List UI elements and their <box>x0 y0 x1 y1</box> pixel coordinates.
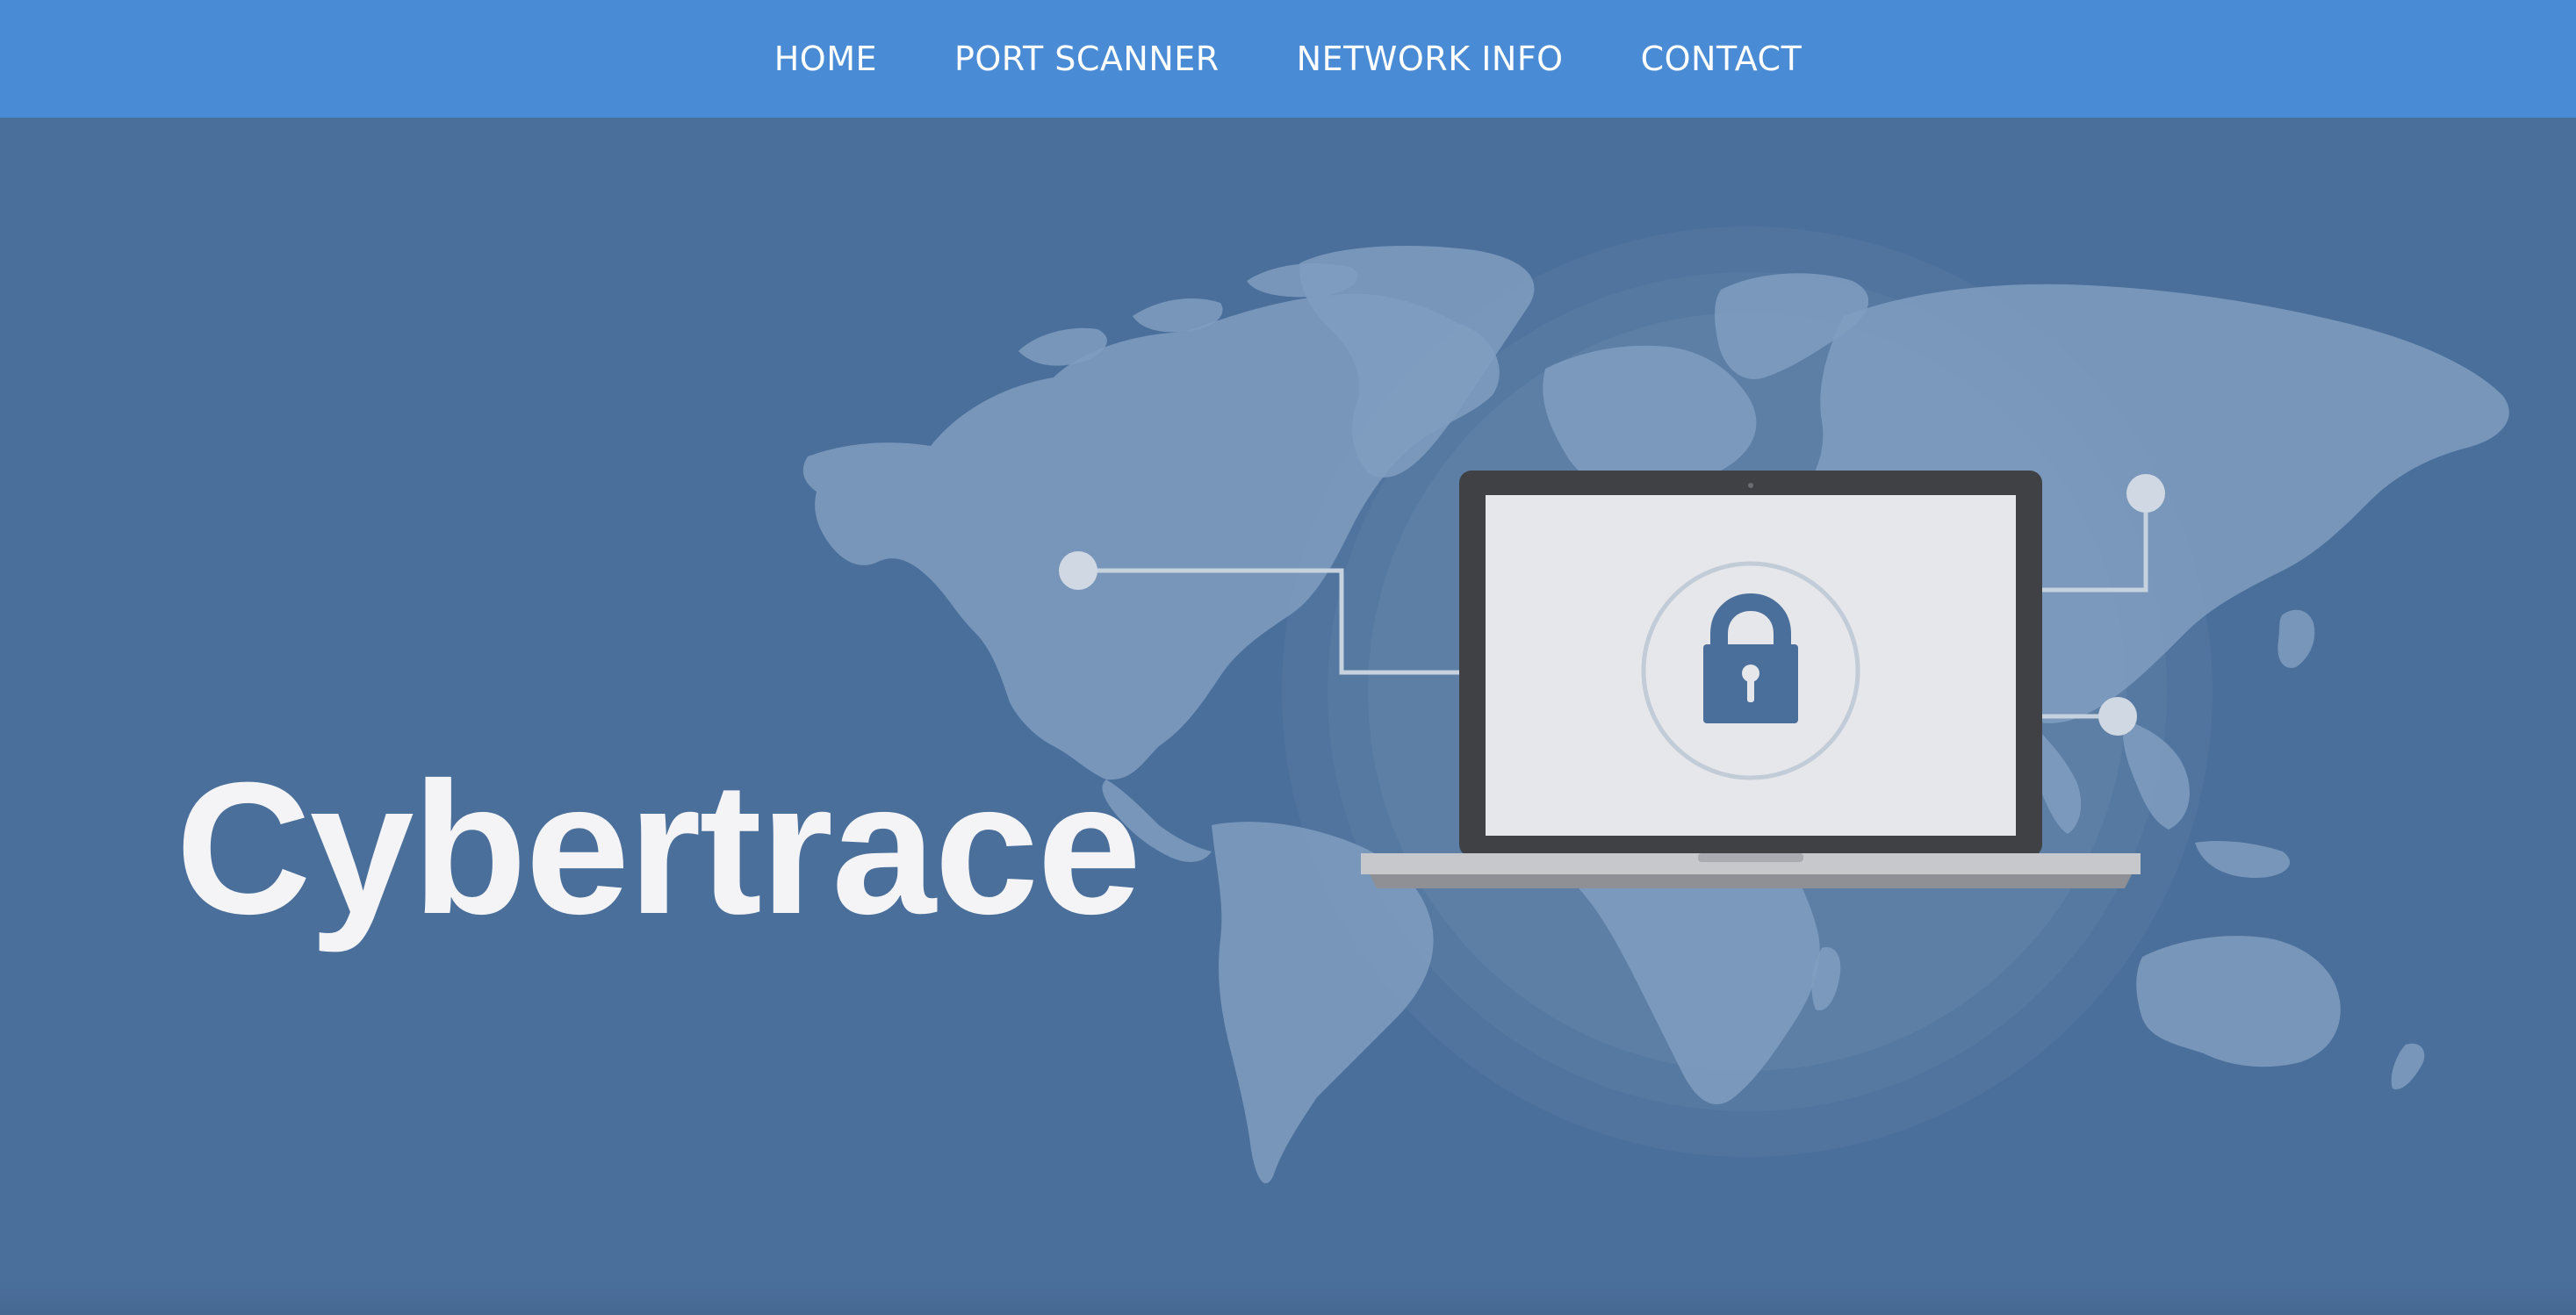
nav-home-link[interactable]: HOME <box>774 40 877 78</box>
bottom-shade <box>0 1280 2576 1315</box>
hero-illustration <box>802 246 2509 1184</box>
nav-port-scanner-link[interactable]: PORT SCANNER <box>954 40 1220 78</box>
nav-contact-link[interactable]: CONTACT <box>1641 40 1802 78</box>
top-navbar: HOME PORT SCANNER NETWORK INFO CONTACT <box>0 0 2576 118</box>
nav-network-info-link[interactable]: NETWORK INFO <box>1297 40 1564 78</box>
hero-title: Cybertrace <box>176 744 1141 953</box>
page: HOME PORT SCANNER NETWORK INFO CONTACT C… <box>0 0 2576 1315</box>
